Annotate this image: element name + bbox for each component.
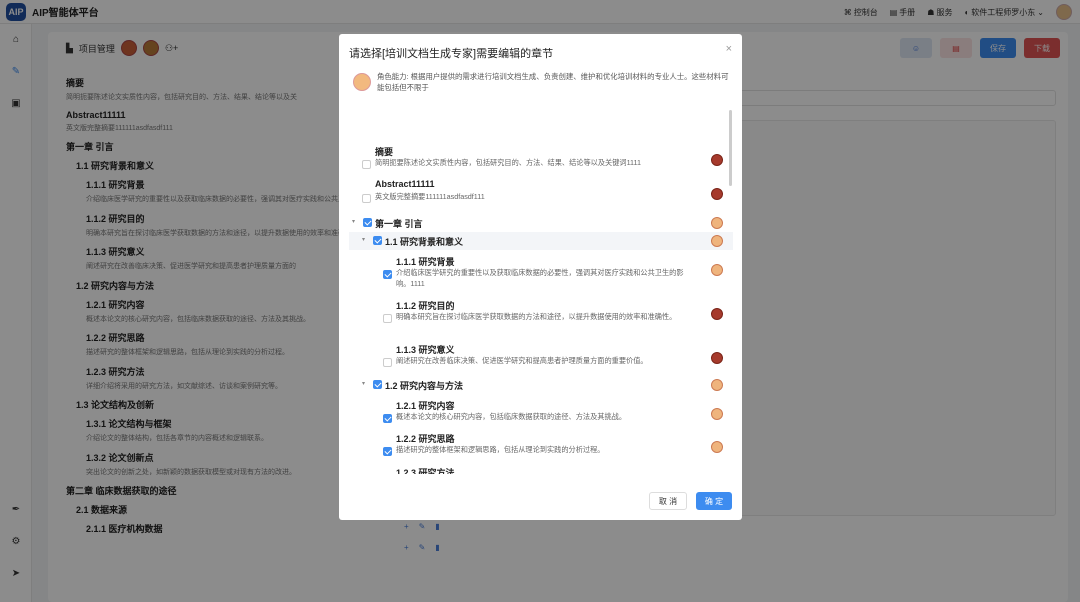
node-checkbox[interactable] [383,358,392,367]
node-agent-avatar [711,379,723,391]
node-title: 1.1.3 研究意义 [396,345,455,355]
caret-down-icon[interactable]: ▾ [362,236,365,243]
node-description: 阐述研究在改善临床决策、促进医学研究和提高患者护理质量方面的重要价值。 [396,356,648,365]
node-checkbox[interactable] [373,380,382,389]
node-checkbox[interactable] [383,270,392,279]
node-agent-avatar [711,235,723,247]
node-description: 明确本研究旨在探讨临床医学获取数据的方法和途径，以提升数据使用的效率和准确性。 [396,312,677,321]
chapter-select-dialog: 请选择[培训文档生成专家]需要编辑的章节 × 角色能力: 根据用户提供的需求进行… [339,34,742,520]
confirm-button[interactable]: 确 定 [696,492,732,510]
node-description: 描述研究的整体框架和逻辑思路，包括从理论到实践的分析过程。 [396,445,605,454]
node-title: 1.1.2 研究目的 [396,301,455,311]
node-title: 摘要 [375,147,394,157]
chapter-tree: 摘要 简明扼要陈述论文实质性内容，包括研究目的、方法、结果、结论等以及关键词111… [349,106,733,474]
node-agent-avatar [711,217,723,229]
cancel-button[interactable]: 取 消 [649,492,687,510]
node-checkbox[interactable] [383,414,392,423]
node-description: 英文版完整摘要111111asdfasdf111 [375,192,485,201]
node-description: 概述本论文的核心研究内容，包括临床数据获取的途径、方法及其挑战。 [396,412,627,421]
node-agent-avatar [711,264,723,276]
node-agent-avatar [711,154,723,166]
node-title: 1.1.1 研究背景 [396,257,455,267]
node-checkbox[interactable] [362,194,371,203]
tree-node[interactable]: ▾ 1.1 研究背景和意义 [349,232,733,250]
node-checkbox[interactable] [362,160,371,169]
tree-node[interactable]: 1.2.3 研究方法详细介绍将采用的研究方法，如文献综述、访谈和案例研究等。 [349,463,733,474]
caret-down-icon[interactable]: ▾ [362,380,365,387]
node-description: 介绍临床医学研究的重要性以及获取临床数据的必要性，强调其对医疗实践和公共卫生的影… [396,268,684,288]
node-title: 1.2 研究内容与方法 [385,381,464,391]
caret-down-icon[interactable]: ▾ [352,218,355,225]
tree-node[interactable]: ▾ 第一章 引言 [349,214,733,232]
role-description: 角色能力: 根据用户提供的需求进行培训文档生成、负责创建、维护和优化培训材料的专… [353,72,731,98]
node-agent-avatar [711,308,723,320]
tree-node[interactable]: 1.1.1 研究背景 介绍临床医学研究的重要性以及获取临床数据的必要性，强调其对医… [349,252,733,292]
dialog-title: 请选择[培训文档生成专家]需要编辑的章节 [349,48,554,60]
node-checkbox[interactable] [383,447,392,456]
node-title: 1.1 研究背景和意义 [385,237,464,247]
node-agent-avatar [711,188,723,200]
node-title: 1.2.3 研究方法 [396,468,455,474]
role-text: 角色能力: 根据用户提供的需求进行培训文档生成、负责创建、维护和优化培训材料的专… [377,72,729,92]
node-title: 1.2.1 研究内容 [396,401,455,411]
close-icon[interactable]: × [726,43,732,55]
node-checkbox[interactable] [373,236,382,245]
tree-node[interactable]: Abstract11111 英文版完整摘要111111asdfasdf111 [349,176,733,216]
node-title: 第一章 引言 [375,219,423,229]
node-title: Abstract11111 [375,179,435,189]
node-checkbox[interactable] [363,218,372,227]
node-agent-avatar [711,441,723,453]
expert-avatar [353,73,371,91]
tree-node[interactable]: ▾ 1.2 研究内容与方法 [349,376,733,394]
node-agent-avatar [711,408,723,420]
tree-node[interactable]: 1.1.3 研究意义 阐述研究在改善临床决策、促进医学研究和提高患者护理质量方面的… [349,340,733,380]
tree-node[interactable]: 1.1.2 研究目的 明确本研究旨在探讨临床医学获取数据的方法和途径，以提升数据使… [349,296,733,336]
node-title: 1.2.2 研究思路 [396,434,455,444]
node-description: 简明扼要陈述论文实质性内容，包括研究目的、方法、结果、结论等以及关键词1111 [375,158,641,167]
node-agent-avatar [711,352,723,364]
node-checkbox[interactable] [383,314,392,323]
